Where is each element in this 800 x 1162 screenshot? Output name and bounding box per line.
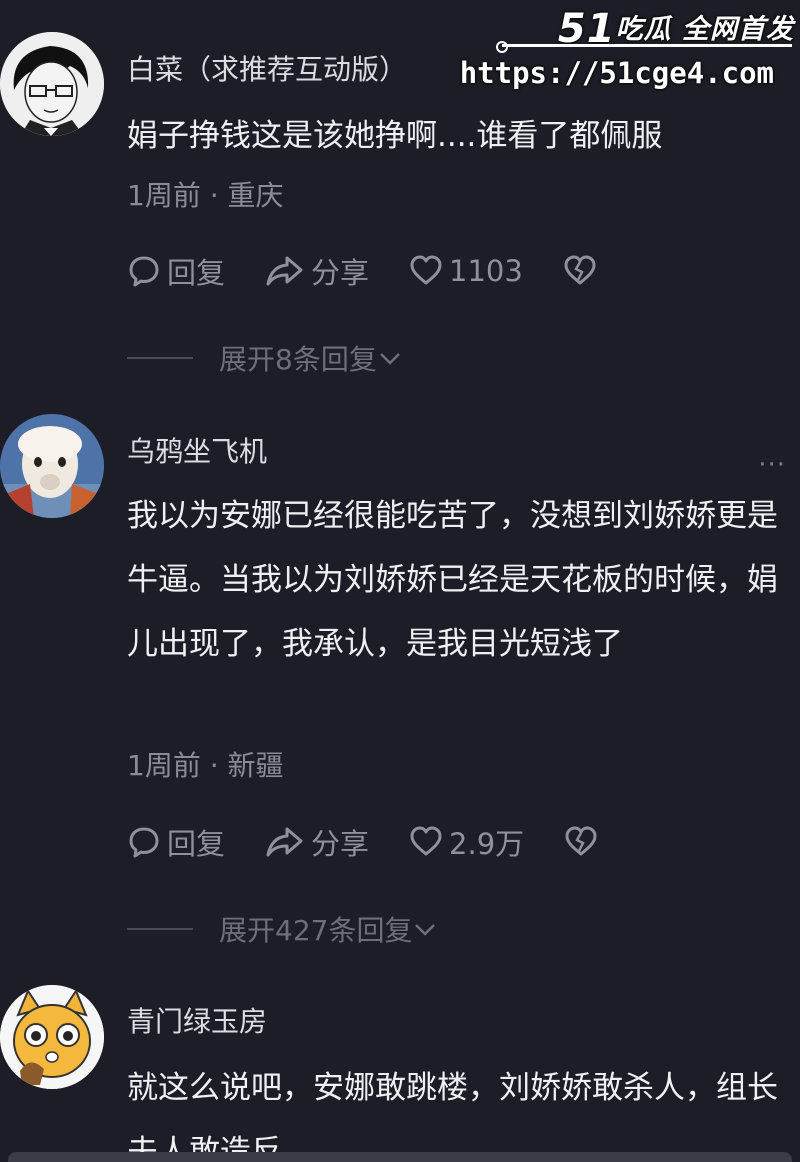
share-arrow-icon: [266, 256, 303, 286]
comment-meta: 1周前 · 新疆: [127, 749, 284, 782]
heart-icon: [410, 255, 442, 285]
username[interactable]: 白菜（求推荐互动版）: [127, 48, 407, 88]
reply-label: 回复: [167, 256, 226, 290]
username[interactable]: 乌鸦坐飞机: [127, 430, 267, 470]
share-label: 分享: [311, 827, 370, 861]
broken-heart-icon: [565, 826, 597, 856]
share-arrow-icon: [266, 827, 303, 857]
watermark: 51吃瓜 全网首发 https://51cge4.com: [460, 0, 800, 100]
heart-icon: [410, 826, 442, 856]
expand-divider: [127, 357, 193, 359]
share-button[interactable]: 分享: [265, 250, 369, 292]
chevron-down-icon: [415, 924, 436, 936]
comment-text: 我以为安娜已经很能吃苦了，没想到刘娇娇更是牛逼。当我以为刘娇娇已经是天花板的时候…: [127, 498, 778, 662]
avatar[interactable]: [0, 32, 104, 136]
comment-meta: 1周前 · 重庆: [127, 179, 284, 212]
expand-replies-label: 展开427条回复: [219, 914, 413, 947]
action-bar: 回复 分享 2.9万: [127, 820, 644, 864]
avatar[interactable]: [0, 985, 104, 1089]
like-button[interactable]: 2.9万: [409, 821, 524, 863]
expand-replies-button[interactable]: 展开427条回复: [127, 909, 438, 949]
dislike-button[interactable]: [563, 254, 603, 288]
reply-button[interactable]: 回复: [127, 821, 225, 863]
watermark-brand-text: 吃瓜 全网首发: [615, 14, 794, 45]
watermark-divider: [496, 41, 792, 53]
like-count: 1103: [449, 254, 523, 288]
action-bar: 回复 分享 1103: [127, 249, 643, 293]
watermark-url: https://51cge4.com: [459, 56, 774, 90]
expand-replies-button[interactable]: 展开8条回复: [127, 338, 403, 378]
dislike-button[interactable]: [564, 825, 604, 859]
expand-replies-label: 展开8条回复: [219, 343, 377, 376]
expand-divider: [127, 928, 193, 930]
reply-button[interactable]: 回复: [127, 250, 225, 292]
share-label: 分享: [311, 256, 370, 290]
reply-label: 回复: [167, 827, 226, 861]
reply-bubble-icon: [129, 827, 159, 858]
like-button[interactable]: 1103: [409, 254, 523, 288]
comment-text: 就这么说吧，安娜敢跳楼，刘娇娇敢杀人，组长夫人敢造反: [127, 1070, 778, 1162]
reply-bubble-icon: [129, 256, 159, 287]
bottom-input-bar[interactable]: [8, 1152, 792, 1162]
comment-text: 娟子挣钱这是该她挣啊....谁看了都佩服: [127, 118, 663, 154]
share-button[interactable]: 分享: [265, 821, 369, 863]
avatar[interactable]: [0, 414, 104, 518]
chevron-down-icon: [379, 353, 400, 365]
like-count: 2.9万: [449, 827, 525, 861]
username[interactable]: 青门绿玉房: [127, 1000, 267, 1040]
broken-heart-icon: [564, 255, 596, 285]
more-options-button[interactable]: ···: [758, 450, 786, 480]
